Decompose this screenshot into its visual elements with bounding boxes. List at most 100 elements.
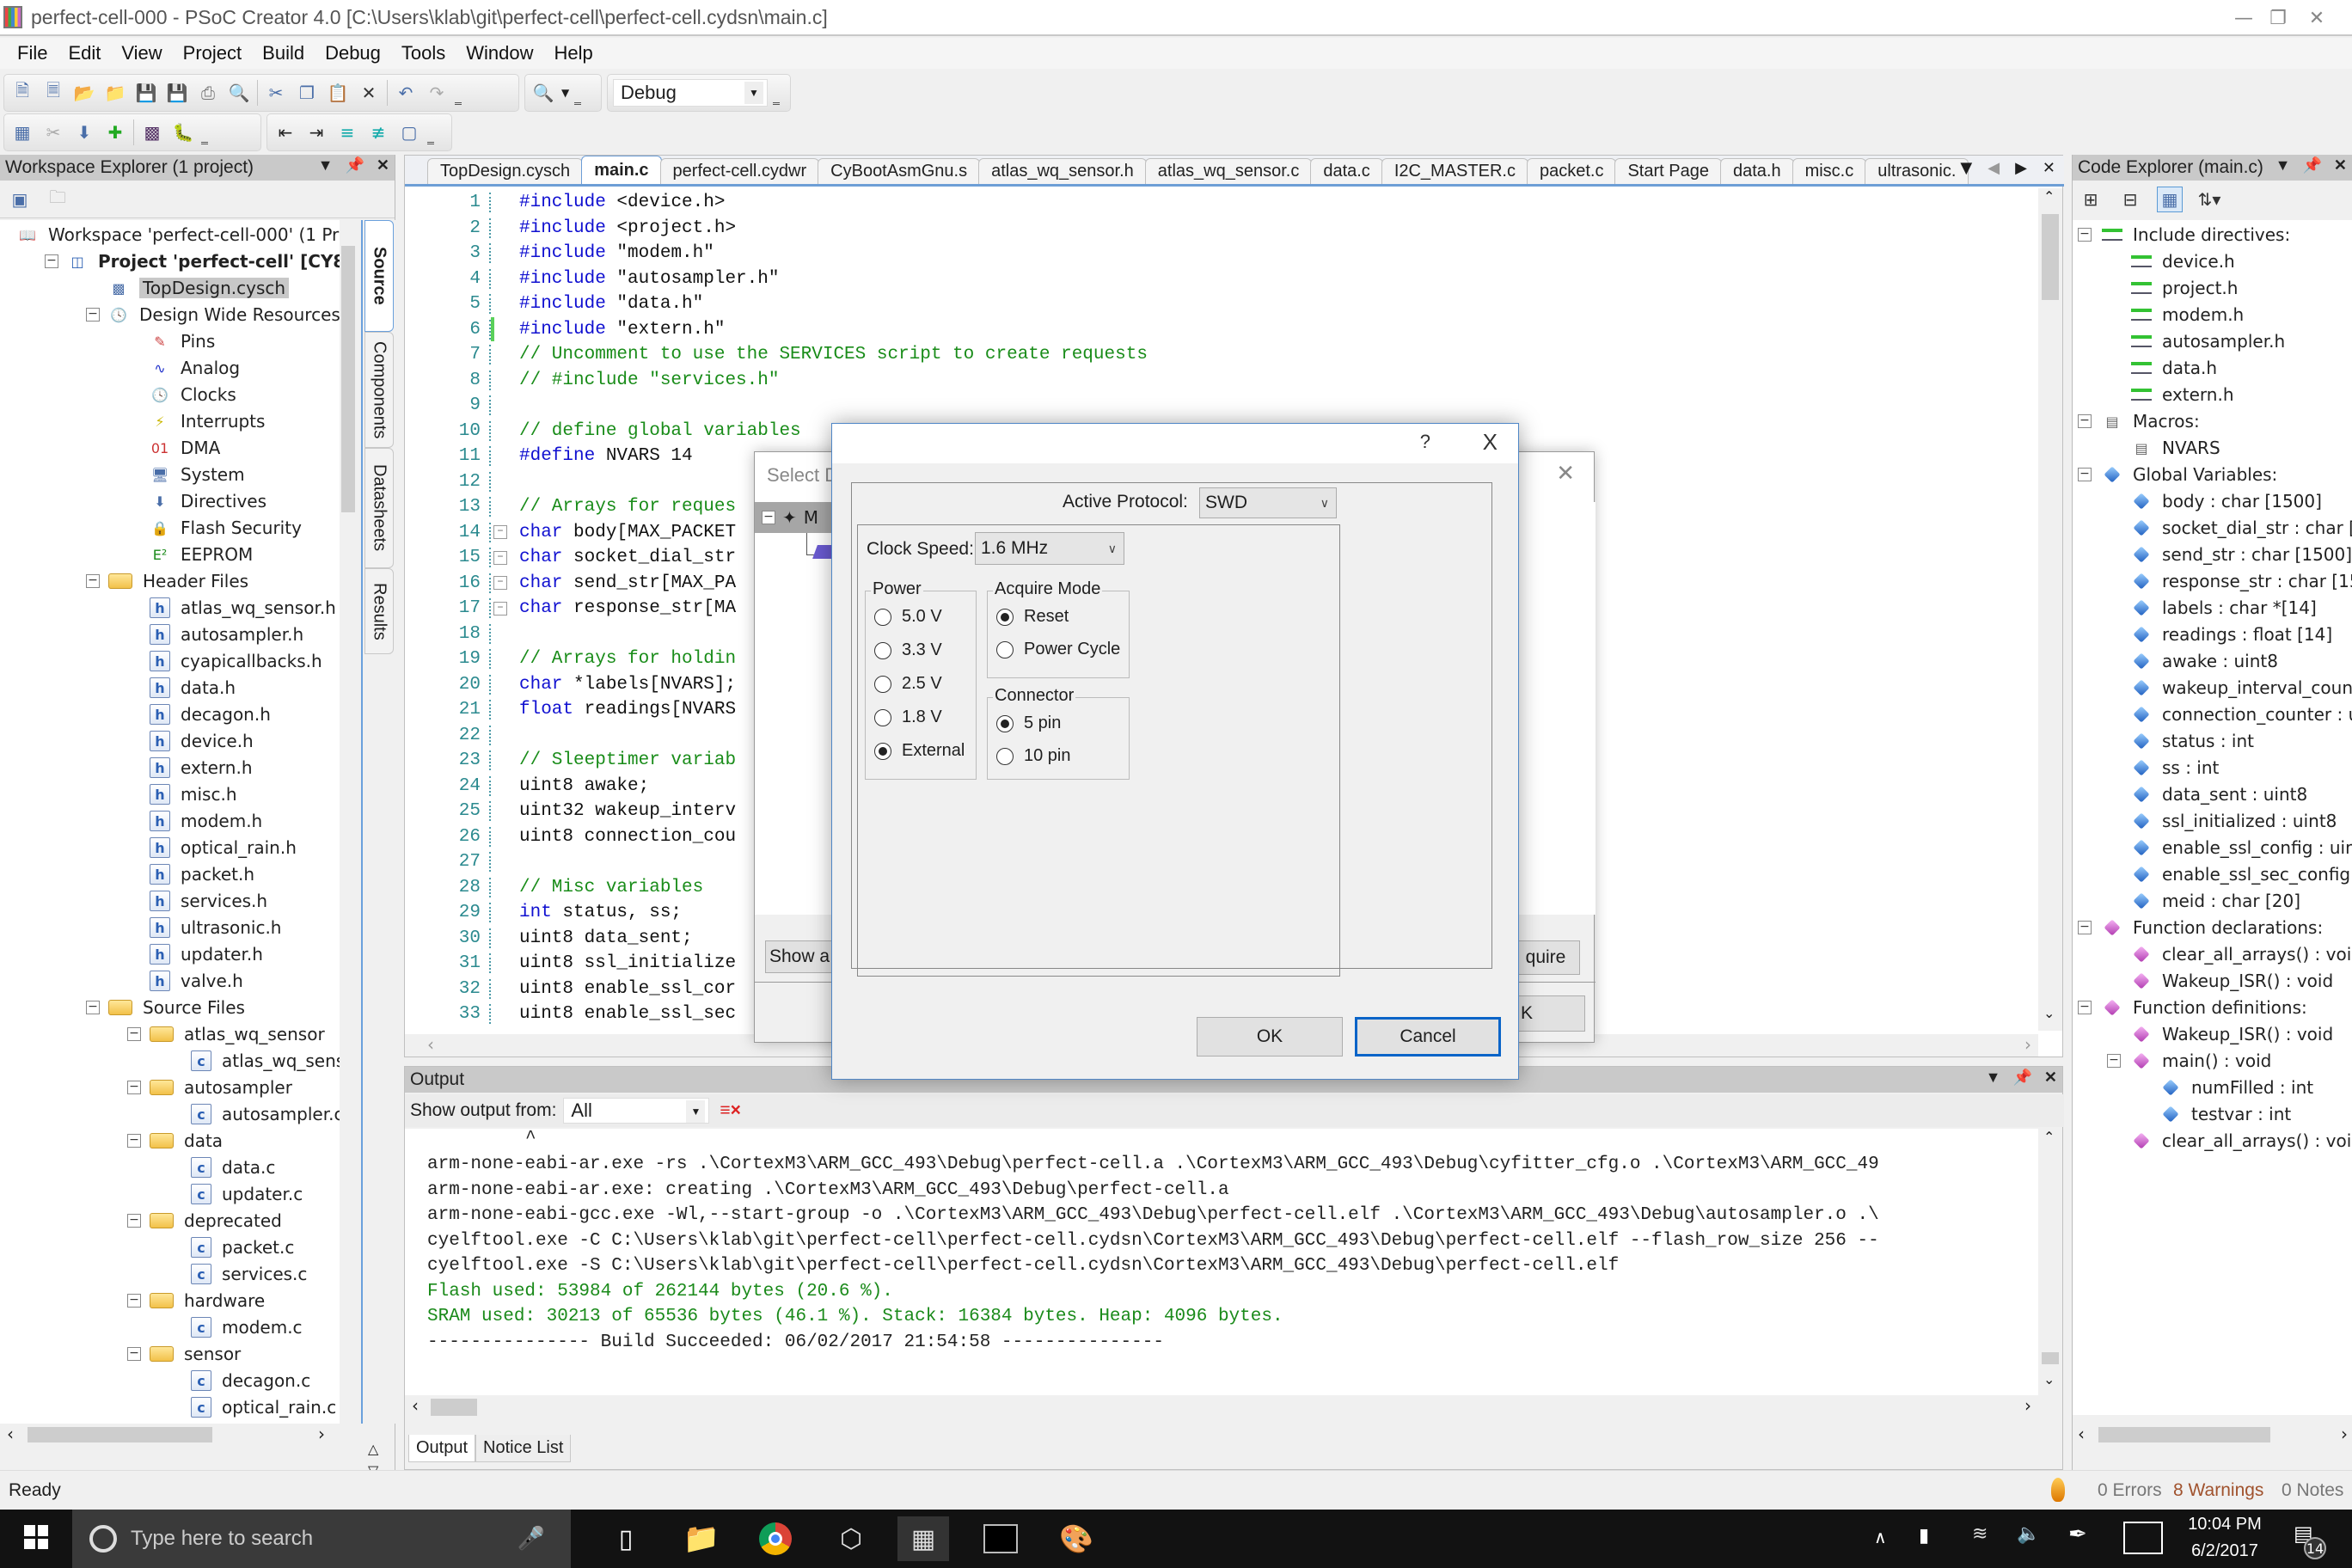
tree-item-modem-h[interactable]: h modem.h bbox=[150, 808, 262, 834]
show-output-from-select[interactable]: All ▼ bbox=[563, 1098, 710, 1124]
indent-icon[interactable]: ⇥ bbox=[303, 119, 329, 145]
save-icon[interactable]: 💾 bbox=[133, 80, 159, 106]
radio-reset[interactable]: Reset bbox=[996, 607, 1069, 627]
scroll-right-icon[interactable]: › bbox=[2024, 1395, 2031, 1416]
file-explorer-icon[interactable]: 📁 bbox=[676, 1516, 727, 1561]
warnings-count[interactable]: 8 Warnings bbox=[2173, 1480, 2263, 1501]
comment-icon[interactable]: ≡ bbox=[334, 119, 360, 145]
tree-item-atlas-wq-sensor-c[interactable]: c atlas_wq_sensor.c bbox=[191, 1048, 357, 1074]
close-window-button[interactable]: ✕ bbox=[2282, 0, 2351, 36]
tab-packet-c[interactable]: packet.c bbox=[1526, 158, 1617, 184]
radio-10-pin[interactable]: 10 pin bbox=[996, 746, 1071, 766]
help-button[interactable]: ? bbox=[1420, 431, 1430, 453]
tab-atlas-wq-sensor-c[interactable]: atlas_wq_sensor.c bbox=[1144, 158, 1313, 184]
tab-topdesign-cysch[interactable]: TopDesign.cysch bbox=[427, 158, 584, 184]
output-text[interactable]: ^ arm-none-eabi-ar.exe -rs .\CortexM3\AR… bbox=[405, 1129, 2038, 1395]
new-project-icon[interactable]: 🗎 bbox=[9, 80, 35, 106]
code-explorer-item-meid-char-20[interactable]: meid : char [20] bbox=[2131, 888, 2300, 914]
toolbar-grip[interactable] bbox=[455, 93, 462, 105]
collapse-icon[interactable]: − bbox=[2078, 468, 2092, 481]
collapse-icon[interactable]: − bbox=[762, 511, 775, 524]
collapse-icon[interactable]: − bbox=[127, 1027, 141, 1041]
tab-perfect-cell-cydwr[interactable]: perfect-cell.cydwr bbox=[659, 158, 820, 184]
code-explorer-item-socket-dial-str-char-1[interactable]: socket_dial_str : char [1 bbox=[2131, 515, 2352, 541]
tree-item-cyapicallbacks-h[interactable]: h cyapicallbacks.h bbox=[150, 648, 322, 674]
close-tab-icon[interactable]: ✕ bbox=[2043, 159, 2055, 177]
radio-button[interactable] bbox=[874, 708, 891, 726]
tree-item-eeprom[interactable]: E² EEPROM bbox=[150, 542, 254, 567]
code-explorer-item-function-definitions[interactable]: Function definitions: bbox=[2102, 995, 2307, 1020]
close-icon[interactable]: ✕ bbox=[377, 156, 389, 175]
collapse-icon[interactable]: − bbox=[127, 1134, 141, 1148]
code-explorer-item-include-directives[interactable]: Include directives: bbox=[2102, 222, 2290, 248]
errors-count[interactable]: 0 Errors bbox=[2098, 1480, 2162, 1501]
tree-item-system[interactable]: 🖥 System bbox=[150, 462, 245, 487]
scroll-left-icon[interactable]: ‹ bbox=[412, 1395, 419, 1416]
group-view-icon[interactable]: ▦ bbox=[2157, 187, 2183, 212]
tree-item-optical-rain-c[interactable]: c optical_rain.c bbox=[191, 1394, 336, 1420]
collapse-icon[interactable]: − bbox=[45, 254, 58, 268]
code-explorer-item-testvar-int[interactable]: testvar : int bbox=[2160, 1101, 2291, 1127]
tab-list-icon[interactable]: ▼ bbox=[1960, 159, 1972, 177]
collapse-icon[interactable]: − bbox=[2078, 414, 2092, 428]
scroll-right-icon[interactable]: › bbox=[318, 1424, 325, 1444]
code-explorer-item-extern-h[interactable]: extern.h bbox=[2131, 382, 2234, 407]
tree-item-analog[interactable]: ∿ Analog bbox=[150, 355, 240, 381]
code-explorer-item-wakeup-isr-void[interactable]: Wakeup_ISR() : void bbox=[2131, 968, 2333, 994]
fold-toggle-icon[interactable]: − bbox=[493, 550, 507, 565]
show-hidden-icons[interactable]: ∧ bbox=[1874, 1527, 1887, 1547]
volume-icon[interactable]: 🔈 bbox=[2017, 1523, 2040, 1545]
fold-toggle-icon[interactable]: − bbox=[493, 601, 507, 616]
editor-vertical-scrollbar[interactable]: ⌃ ⌄ bbox=[2038, 188, 2062, 1031]
keyboard-icon[interactable] bbox=[2123, 1522, 2163, 1554]
terminal-icon[interactable] bbox=[975, 1516, 1026, 1561]
task-view-icon[interactable]: ▯ bbox=[600, 1516, 652, 1561]
code-explorer-item-readings-float-14[interactable]: readings : float [14] bbox=[2131, 622, 2332, 647]
toolbar-grip[interactable] bbox=[201, 132, 208, 144]
tree-item-atlas-wq-sensor[interactable]: atlas_wq_sensor bbox=[150, 1021, 325, 1047]
menu-view[interactable]: View bbox=[111, 42, 172, 64]
scroll-thumb[interactable] bbox=[28, 1427, 212, 1442]
radio-button[interactable] bbox=[996, 714, 1014, 732]
scroll-thumb[interactable] bbox=[2098, 1427, 2270, 1442]
menu-build[interactable]: Build bbox=[252, 42, 315, 64]
find-dropdown-icon[interactable]: ▼ bbox=[561, 87, 569, 99]
code-explorer-item-data-sent-uint8[interactable]: data_sent : uint8 bbox=[2131, 781, 2307, 807]
scroll-right-icon[interactable]: › bbox=[2024, 1034, 2031, 1055]
chip-icon[interactable]: ▩ bbox=[139, 119, 165, 145]
tree-item-sensor[interactable]: sensor bbox=[150, 1341, 241, 1367]
tab-misc-c[interactable]: misc.c bbox=[1792, 158, 1867, 184]
code-explorer-item-body-char-1500[interactable]: body : char [1500] bbox=[2131, 488, 2322, 514]
code-explorer-horizontal-scrollbar[interactable]: ‹ › bbox=[2073, 1424, 2352, 1446]
menu-help[interactable]: Help bbox=[544, 42, 603, 64]
menu-file[interactable]: File bbox=[0, 42, 58, 64]
scroll-left-icon[interactable]: ‹ bbox=[7, 1424, 14, 1444]
collapse-icon[interactable]: − bbox=[2078, 921, 2092, 934]
pen-icon[interactable]: ✒ bbox=[2068, 1522, 2087, 1547]
copy-icon[interactable]: ❐ bbox=[294, 80, 320, 106]
code-explorer-item-nvars[interactable]: ▤ NVARS bbox=[2131, 435, 2220, 461]
tree-item-pins[interactable]: ✎ Pins bbox=[150, 328, 215, 354]
code-explorer-item-labels-char-14[interactable]: labels : char *[14] bbox=[2131, 595, 2317, 621]
tab-i2c-master-c[interactable]: I2C_MASTER.c bbox=[1381, 158, 1528, 184]
collapse-icon[interactable]: − bbox=[2078, 1001, 2092, 1014]
microphone-icon[interactable]: 🎤 bbox=[518, 1526, 545, 1552]
code-explorer-item-enable-ssl-sec-config[interactable]: enable_ssl_sec_config : bbox=[2131, 861, 2352, 887]
code-explorer-item-device-h[interactable]: device.h bbox=[2131, 248, 2235, 274]
toolbar-grip[interactable] bbox=[773, 93, 780, 105]
collapse-all-icon[interactable]: ⊟ bbox=[2117, 187, 2143, 212]
code-explorer-item-function-declarations[interactable]: Function declarations: bbox=[2102, 915, 2323, 940]
scroll-down-icon[interactable]: ⌄ bbox=[2043, 1005, 2055, 1021]
tab-start-page[interactable]: Start Page bbox=[1614, 158, 1722, 184]
scroll-down-icon[interactable]: ⌄ bbox=[2043, 1371, 2055, 1387]
action-center-button[interactable]: ▤ 14 bbox=[2294, 1522, 2326, 1559]
delete-icon[interactable]: ✕ bbox=[356, 80, 382, 106]
radio-button[interactable] bbox=[874, 608, 891, 626]
tree-item-hardware[interactable]: hardware bbox=[150, 1288, 265, 1314]
tree-item-ultrasonic-h[interactable]: h ultrasonic.h bbox=[150, 915, 281, 940]
dropdown-icon[interactable]: ▼ bbox=[1986, 1069, 2001, 1087]
collapse-icon[interactable]: − bbox=[86, 1001, 100, 1014]
tab-output[interactable]: Output bbox=[408, 1435, 476, 1462]
outdent-icon[interactable]: ⇤ bbox=[273, 119, 298, 145]
side-tab-datasheets[interactable]: Datasheets bbox=[364, 448, 394, 568]
